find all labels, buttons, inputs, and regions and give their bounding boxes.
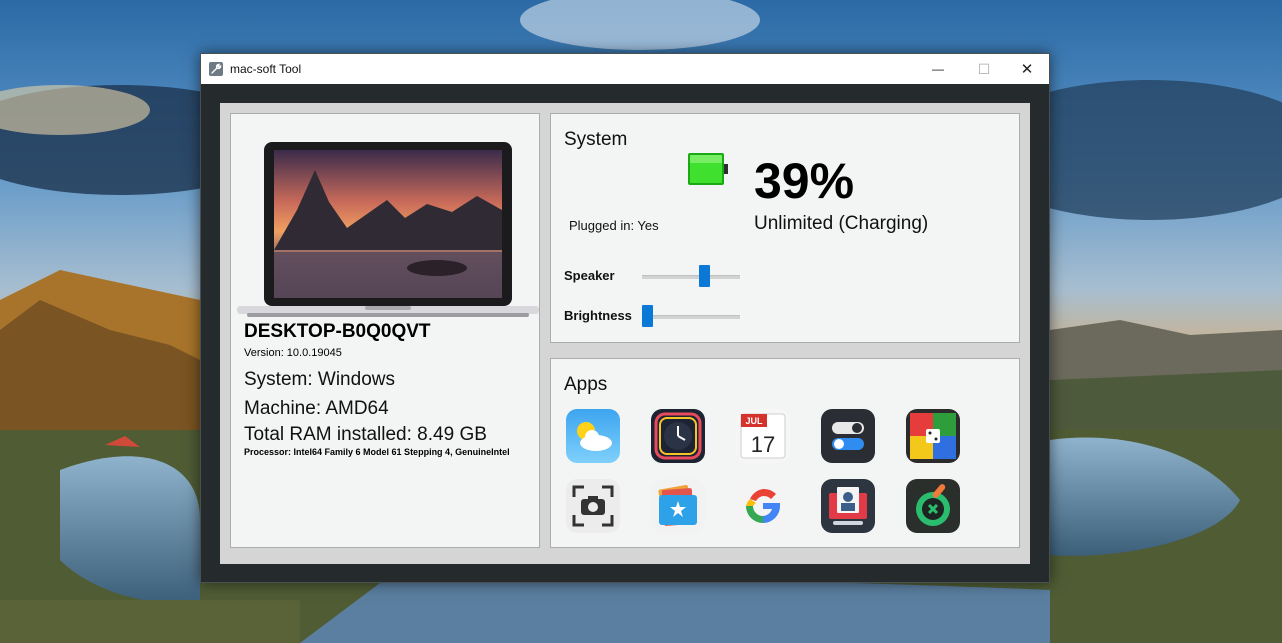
app-photo-booth[interactable] (821, 479, 875, 533)
speaker-label: Speaker (564, 268, 615, 283)
screenshot-icon (572, 485, 614, 527)
minimize-icon: — (932, 62, 944, 76)
window-title: mac-soft Tool (230, 62, 302, 76)
apps-title: Apps (564, 374, 608, 395)
files-icon (658, 484, 697, 526)
close-button[interactable]: ✕ (1004, 54, 1050, 84)
cleaner-icon (916, 484, 950, 526)
os-version: Version: 10.0.19045 (244, 347, 342, 359)
wrench-icon (209, 62, 223, 76)
battery-percentage: 39% (754, 153, 855, 209)
system-title: System (564, 129, 628, 150)
brightness-label: Brightness (564, 308, 632, 323)
weather-icon (577, 422, 612, 451)
app-ludo-game[interactable] (906, 409, 960, 463)
photo-booth-icon (829, 487, 867, 525)
app-files[interactable] (651, 479, 705, 533)
machine-info: Machine: AMD64 (244, 398, 389, 419)
calendar-month: JUL (745, 416, 763, 426)
laptop-image (237, 142, 539, 317)
system-info: System: Windows (244, 369, 395, 390)
title-bar[interactable]: mac-soft Tool — ☐ ✕ (201, 54, 1049, 84)
apps-panel: Apps JUL 17 (550, 358, 1020, 548)
device-info-panel: DESKTOP-B0Q0QVT Version: 10.0.19045 Syst… (230, 113, 540, 548)
speaker-slider-thumb[interactable] (698, 265, 710, 287)
maximize-icon: ☐ (977, 60, 991, 77)
google-icon (746, 488, 780, 523)
app-weather[interactable] (566, 409, 620, 463)
toggle-icon (832, 422, 864, 450)
brightness-slider-thumb[interactable] (642, 305, 653, 327)
calendar-day: 17 (751, 432, 775, 457)
clock-icon (654, 412, 702, 460)
app-calendar[interactable]: JUL 17 (736, 409, 790, 463)
processor-info: Processor: Intel64 Family 6 Model 61 Ste… (244, 447, 510, 457)
close-icon: ✕ (1020, 61, 1034, 78)
minimize-button[interactable]: — (915, 54, 961, 84)
ram-info: Total RAM installed: 8.49 GB (244, 424, 487, 445)
app-clock[interactable] (651, 409, 705, 463)
plugged-in-status: Plugged in: Yes (569, 218, 659, 233)
app-google[interactable] (736, 479, 790, 533)
battery-icon (688, 153, 728, 185)
app-window: mac-soft Tool — ☐ ✕ DESKTOP-B0Q0QVT Vers… (200, 53, 1050, 583)
battery-status: Unlimited (Charging) (754, 213, 929, 234)
speaker-slider[interactable] (642, 275, 740, 279)
app-toggle[interactable] (821, 409, 875, 463)
ludo-game-icon (910, 413, 956, 459)
maximize-button[interactable]: ☐ (961, 54, 1007, 84)
hostname: DESKTOP-B0Q0QVT (244, 321, 431, 342)
calendar-icon: JUL 17 (740, 413, 786, 459)
system-panel: System 39% Unlimited (Charging) Plugged … (550, 113, 1020, 343)
brightness-slider[interactable] (642, 315, 740, 319)
app-screenshot[interactable] (566, 479, 620, 533)
content-area: DESKTOP-B0Q0QVT Version: 10.0.19045 Syst… (220, 103, 1030, 564)
app-cleaner[interactable] (906, 479, 960, 533)
